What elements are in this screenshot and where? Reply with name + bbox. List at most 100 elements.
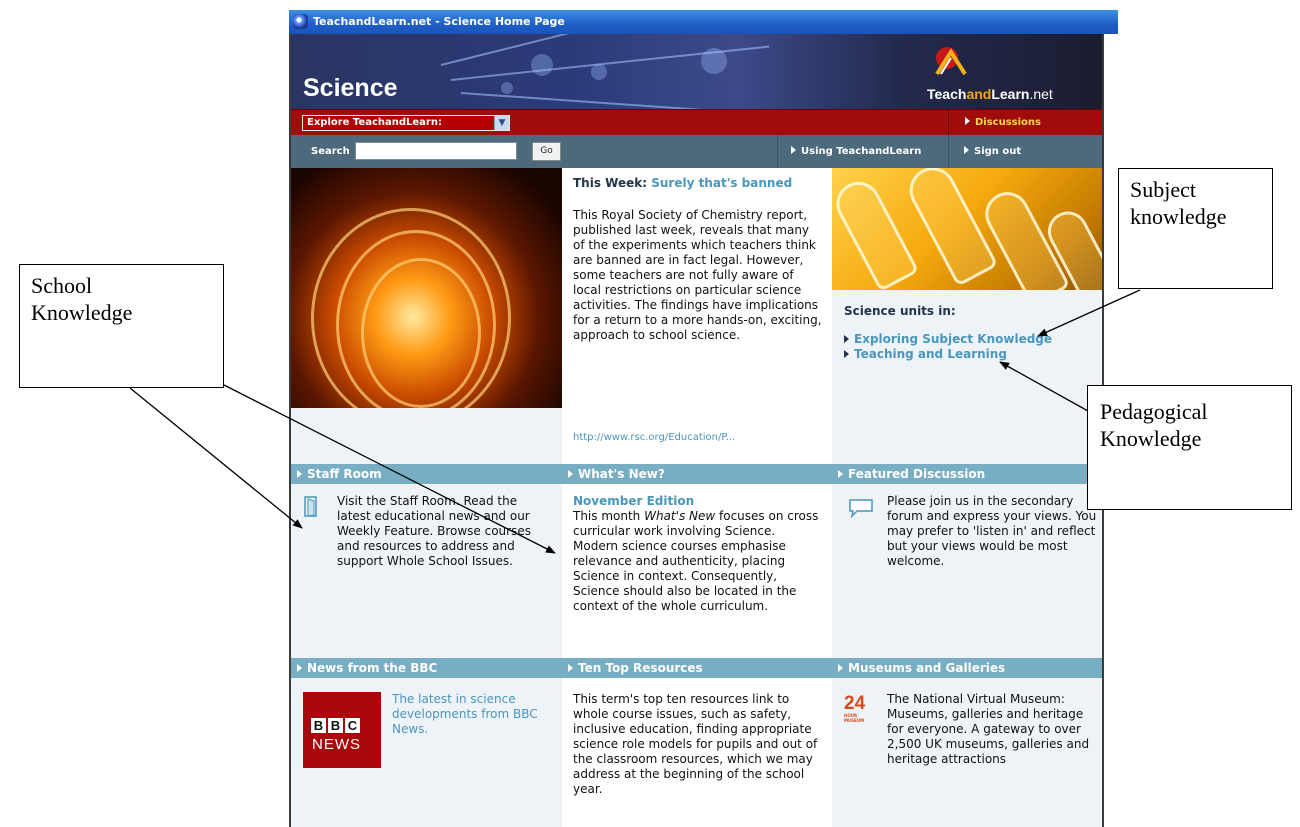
triangle-right-icon xyxy=(568,664,573,672)
this-week-prefix: This Week: xyxy=(573,176,652,190)
banner-streak xyxy=(460,92,761,109)
app-icon xyxy=(293,14,308,29)
triangle-right-icon xyxy=(965,117,970,125)
explore-select[interactable]: Explore TeachandLearn: ▼ xyxy=(302,115,510,131)
discussions-link[interactable]: Discussions xyxy=(965,117,1041,128)
bbc-letter: B xyxy=(328,718,343,733)
ten-top-resources-header[interactable]: Ten Top Resources xyxy=(562,658,832,678)
ten-top-resources-title: Ten Top Resources xyxy=(578,661,703,675)
whats-new-body-pre: This month xyxy=(573,509,645,523)
go-button[interactable]: Go xyxy=(532,142,561,161)
teaching-and-learning-label: Teaching and Learning xyxy=(854,347,1007,361)
this-week-body: This Royal Society of Chemistry report, … xyxy=(573,208,822,342)
callout-line: School xyxy=(31,273,93,298)
staff-room-header[interactable]: Staff Room xyxy=(291,464,562,484)
banner-glow xyxy=(531,54,553,76)
logo-teach: Teach xyxy=(927,86,967,102)
window-title: TeachandLearn.net - Science Home Page xyxy=(313,15,565,28)
callout-line: Subject xyxy=(1130,177,1196,202)
november-edition-link[interactable]: November Edition xyxy=(573,494,823,509)
exploring-subject-knowledge-link[interactable]: Exploring Subject Knowledge xyxy=(844,332,1052,346)
bbc-news-wordmark: NEWS xyxy=(312,736,361,753)
web-page: Science TeachandLearn.net Explore Teacha… xyxy=(289,34,1104,827)
featured-discussion-header[interactable]: Featured Discussion xyxy=(832,464,1102,484)
this-week-title-link[interactable]: Surely that's banned xyxy=(651,176,792,190)
solar-flare-image xyxy=(291,168,562,408)
search-bar: Search Go Using TeachandLearn Sign out xyxy=(291,135,1102,168)
middle-column: This Week: Surely that's banned This Roy… xyxy=(562,168,832,827)
24-hour-museum-logo[interactable]: 24 HOUR MUSEUM xyxy=(844,693,868,723)
right-column: Science units in: Exploring Subject Know… xyxy=(832,168,1102,827)
whats-new-header[interactable]: What's New? xyxy=(562,464,832,484)
whats-new-title: What's New? xyxy=(578,467,665,481)
triangle-right-icon xyxy=(297,664,302,672)
ten-top-resources-body: This term's top ten resources link to wh… xyxy=(573,692,818,796)
triangle-right-icon xyxy=(791,146,796,154)
left-column: Staff Room Visit the Staff Room. Read th… xyxy=(291,168,562,827)
museums-galleries-header[interactable]: Museums and Galleries xyxy=(832,658,1102,678)
museum-logo-caption: HOUR MUSEUM xyxy=(844,713,865,723)
door-icon xyxy=(304,496,317,517)
staff-room-text: Visit the Staff Room. Read the latest ed… xyxy=(337,494,531,568)
school-knowledge-callout: School Knowledge xyxy=(19,264,224,388)
museum-logo-number: 24 xyxy=(844,693,866,714)
logo-and: and xyxy=(966,86,992,102)
banner-glow xyxy=(501,82,513,94)
school-knowledge-arrow-staff-room xyxy=(129,387,303,529)
callout-line: knowledge xyxy=(1130,204,1227,229)
using-teachandlearn-link[interactable]: Using TeachandLearn xyxy=(791,146,921,157)
bbc-letter: B xyxy=(311,718,326,733)
banner-glow xyxy=(591,64,607,80)
page-title: Science xyxy=(303,74,398,102)
primary-nav-bar: Explore TeachandLearn: ▼ Discussions xyxy=(291,109,1102,136)
bbc-news-logo[interactable]: BBC NEWS xyxy=(303,692,381,768)
museums-body: The National Virtual Museum: Museums, ga… xyxy=(887,692,1090,766)
callout-line: Knowledge xyxy=(31,300,133,325)
whats-new-body-em: What's New xyxy=(644,509,716,523)
bbc-news-header[interactable]: News from the BBC xyxy=(291,658,562,678)
triangle-right-icon xyxy=(838,470,843,478)
bbc-news-title: News from the BBC xyxy=(307,661,438,675)
bbc-letter: C xyxy=(345,718,360,733)
whats-new-body-post: focuses on cross curricular work involvi… xyxy=(573,509,819,613)
triangle-right-icon xyxy=(838,664,843,672)
explore-select-value: Explore TeachandLearn: xyxy=(307,117,442,128)
sign-out-label: Sign out xyxy=(974,146,1022,157)
test-tubes-image xyxy=(832,168,1102,290)
pedagogical-knowledge-callout: Pedagogical Knowledge xyxy=(1087,385,1292,510)
browser-window: TeachandLearn.net - Science Home Page Sc… xyxy=(289,10,1118,827)
search-input[interactable] xyxy=(355,142,517,160)
logo-net: .net xyxy=(1029,86,1053,102)
sign-out-link[interactable]: Sign out xyxy=(964,146,1021,157)
rsc-url-link[interactable]: http://www.rsc.org/Education/P... xyxy=(573,432,735,443)
nav-divider xyxy=(948,110,949,136)
teachandlearn-logo-icon xyxy=(935,47,967,76)
document-figure: TeachandLearn.net - Science Home Page Sc… xyxy=(0,0,1300,827)
header-banner: Science TeachandLearn.net xyxy=(291,34,1102,109)
triangle-right-icon xyxy=(844,350,849,358)
staff-room-title: Staff Room xyxy=(307,467,382,481)
solar-arc xyxy=(361,258,481,408)
nav-divider xyxy=(948,135,949,168)
museums-galleries-title: Museums and Galleries xyxy=(848,661,1006,675)
teaching-and-learning-link[interactable]: Teaching and Learning xyxy=(844,347,1007,361)
banner-streak xyxy=(440,34,733,66)
banner-glow xyxy=(701,48,727,74)
subject-knowledge-callout: Subject knowledge xyxy=(1118,168,1273,289)
triangle-right-icon xyxy=(568,470,573,478)
featured-discussion-body: Please join us in the secondary forum an… xyxy=(887,494,1097,568)
chevron-down-icon[interactable]: ▼ xyxy=(494,116,509,130)
search-label: Search xyxy=(311,146,350,157)
logo-text[interactable]: TeachandLearn.net xyxy=(927,86,1053,102)
nav-divider xyxy=(777,135,778,168)
triangle-right-icon xyxy=(297,470,302,478)
this-week-heading: This Week: Surely that's banned xyxy=(573,176,813,191)
triangle-right-icon xyxy=(964,146,969,154)
bbc-news-link[interactable]: The latest in science developments from … xyxy=(392,692,552,737)
triangle-right-icon xyxy=(844,335,849,343)
test-tube xyxy=(832,174,920,290)
window-titlebar[interactable]: TeachandLearn.net - Science Home Page xyxy=(289,10,1118,34)
whats-new-body: This month What's New focuses on cross c… xyxy=(573,509,823,614)
discussions-label: Discussions xyxy=(975,117,1042,128)
science-units-heading: Science units in: xyxy=(844,304,956,318)
